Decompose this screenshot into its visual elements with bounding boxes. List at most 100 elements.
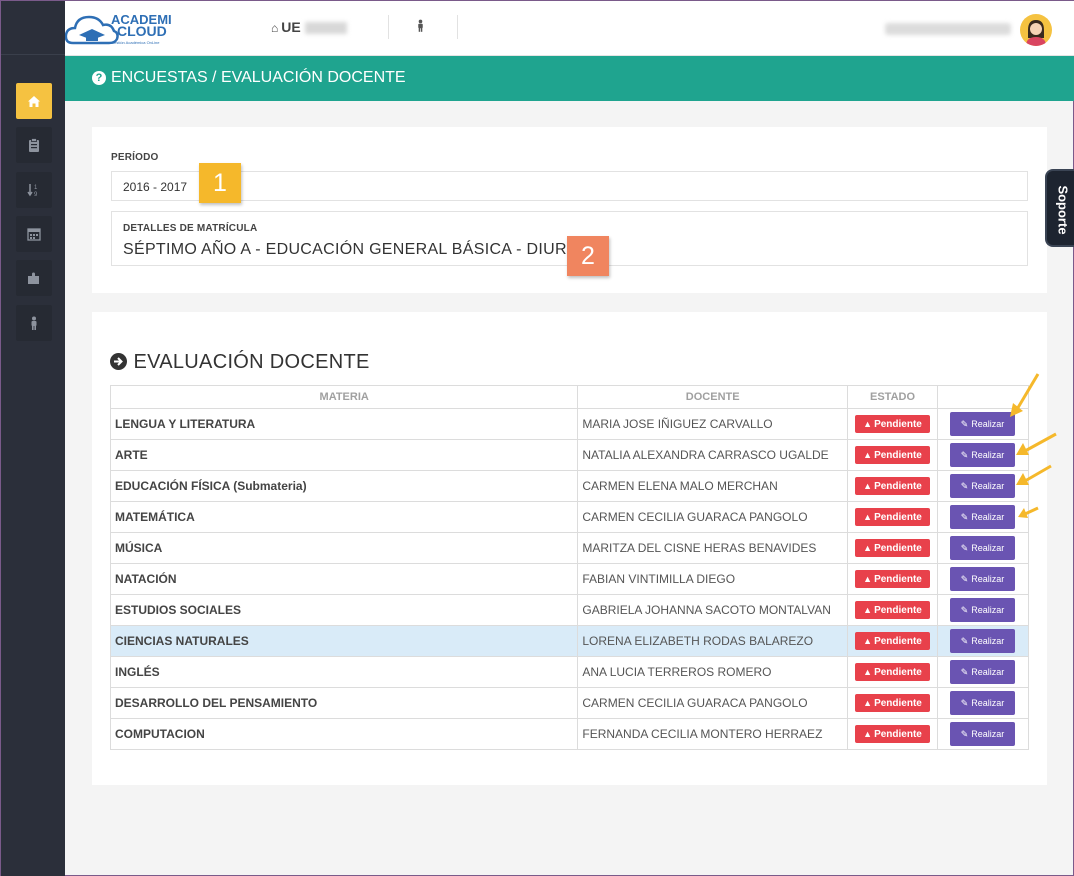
annotation-arrow: [1018, 506, 1039, 518]
sort-numeric-icon[interactable]: 19: [16, 172, 52, 208]
status-badge: ▲ Pendiente: [855, 446, 931, 464]
estado-cell: ▲ Pendiente: [847, 532, 938, 564]
header-divider: [388, 15, 389, 39]
section-title: EVALUACIÓN DOCENTE: [133, 351, 370, 373]
status-label: Pendiente: [874, 605, 922, 616]
edit-icon: ✎: [960, 729, 969, 739]
realizar-button[interactable]: ✎ Realizar: [950, 660, 1015, 684]
accion-cell: ✎ Realizar: [937, 656, 1029, 688]
annotation-arrow: [1016, 432, 1057, 455]
materia-cell: COMPUTACION: [109, 718, 579, 750]
table-row: DESARROLLO DEL PENSAMIENTO CARMEN CECILIA…: [109, 687, 1029, 719]
status-badge: ▲ Pendiente: [855, 601, 931, 619]
realizar-label: Realizar: [971, 574, 1005, 584]
materia-cell: MÚSICA: [109, 532, 579, 564]
status-label: Pendiente: [874, 574, 922, 585]
edit-icon: ✎: [960, 481, 969, 491]
status-label: Pendiente: [874, 543, 922, 554]
home-icon[interactable]: [16, 83, 52, 119]
materia-cell: ESTUDIOS SOCIALES: [109, 594, 579, 626]
realizar-button[interactable]: ✎ Realizar: [950, 598, 1015, 622]
sidebar-top: [1, 1, 65, 55]
home-small-icon: ⌂: [271, 21, 279, 35]
realizar-button[interactable]: ✎ Realizar: [950, 691, 1015, 715]
edit-icon: ✎: [960, 419, 969, 429]
warning-icon: ▲: [863, 450, 873, 460]
docente-cell: NATALIA ALEXANDRA CARRASCO UGALDE: [577, 439, 849, 471]
status-label: Pendiente: [874, 512, 922, 523]
periodo-value: 2016 - 2017: [123, 180, 188, 194]
accion-cell: ✎ Realizar: [937, 718, 1029, 750]
table-row: NATACIÓN FABIAN VINTIMILLA DIEGO ▲ Pendient…: [109, 563, 1029, 595]
realizar-button[interactable]: ✎ Realizar: [950, 474, 1015, 498]
realizar-label: Realizar: [971, 667, 1005, 677]
calendar-icon[interactable]: [16, 216, 52, 252]
edit-icon: ✎: [960, 512, 969, 522]
estado-cell: ▲ Pendiente: [847, 656, 938, 688]
username-blurred[interactable]: [885, 23, 1011, 35]
edit-icon: ✎: [960, 450, 969, 460]
realizar-button[interactable]: ✎ Realizar: [950, 629, 1015, 653]
clipboard-icon[interactable]: [16, 127, 52, 163]
col-estado[interactable]: ESTADO: [847, 385, 938, 409]
evaluation-table: MATERIA DOCENTE ESTADO LENGUA Y LITERATU…: [109, 385, 1029, 750]
warning-icon: ▲: [863, 729, 873, 739]
warning-icon: ▲: [863, 419, 873, 429]
status-badge: ▲ Pendiente: [855, 539, 931, 557]
user-role-icon[interactable]: [416, 19, 425, 35]
annotation-badge-2: 2: [567, 236, 609, 276]
docente-cell: FABIAN VINTIMILLA DIEGO: [577, 563, 849, 595]
realizar-button[interactable]: ✎ Realizar: [950, 505, 1015, 529]
page-title-bar: ? ENCUESTAS / EVALUACIÓN DOCENTE: [65, 56, 1074, 101]
academi-cloud-logo[interactable]: ACADEMI CLOUD Gestión Académica OnLine: [64, 7, 180, 51]
support-label: Soporte: [1055, 185, 1071, 235]
svg-text:1: 1: [34, 185, 38, 191]
status-label: Pendiente: [874, 636, 922, 647]
status-badge: ▲ Pendiente: [855, 477, 931, 495]
realizar-label: Realizar: [971, 636, 1005, 646]
question-circle-icon: ?: [92, 71, 106, 85]
puzzle-icon[interactable]: [16, 260, 52, 296]
school-menu[interactable]: ⌂ UE: [271, 19, 347, 35]
person-icon[interactable]: [16, 305, 52, 341]
docente-cell: GABRIELA JOHANNA SACOTO MONTALVAN: [577, 594, 849, 626]
status-label: Pendiente: [874, 450, 922, 461]
estado-cell: ▲ Pendiente: [847, 470, 938, 502]
estado-cell: ▲ Pendiente: [847, 408, 938, 440]
warning-icon: ▲: [863, 636, 873, 646]
col-docente[interactable]: DOCENTE: [577, 385, 849, 409]
realizar-label: Realizar: [971, 481, 1005, 491]
edit-icon: ✎: [960, 667, 969, 677]
warning-icon: ▲: [863, 543, 873, 553]
edit-icon: ✎: [960, 605, 969, 615]
docente-cell: LORENA ELIZABETH RODAS BALAREZO: [577, 625, 849, 657]
docente-cell: CARMEN ELENA MALO MERCHAN: [577, 470, 849, 502]
annotation-arrow: [1016, 464, 1052, 485]
section-heading: EVALUACIÓN DOCENTE: [110, 351, 370, 374]
materia-cell: MATEMÁTICA: [109, 501, 579, 533]
realizar-label: Realizar: [971, 698, 1005, 708]
docente-cell: CARMEN CECILIA GUARACA PANGOLO: [577, 687, 849, 719]
table-row: MATEMÁTICA CARMEN CECILIA GUARACA PANGOLO…: [109, 501, 1029, 533]
materia-cell: NATACIÓN: [109, 563, 579, 595]
realizar-label: Realizar: [971, 605, 1005, 615]
realizar-label: Realizar: [971, 512, 1005, 522]
realizar-button[interactable]: ✎ Realizar: [950, 536, 1015, 560]
status-badge: ▲ Pendiente: [855, 570, 931, 588]
materia-cell: ARTE: [109, 439, 579, 471]
warning-icon: ▲: [863, 512, 873, 522]
realizar-button[interactable]: ✎ Realizar: [950, 443, 1015, 467]
page-title: ENCUESTAS / EVALUACIÓN DOCENTE: [111, 69, 406, 86]
materia-cell: CIENCIAS NATURALES: [109, 625, 579, 657]
realizar-button[interactable]: ✎ Realizar: [950, 567, 1015, 591]
status-label: Pendiente: [874, 481, 922, 492]
estado-cell: ▲ Pendiente: [847, 563, 938, 595]
avatar[interactable]: [1020, 14, 1052, 46]
warning-icon: ▲: [863, 574, 873, 584]
realizar-label: Realizar: [971, 729, 1005, 739]
support-tab[interactable]: Soporte: [1045, 169, 1074, 247]
realizar-button[interactable]: ✎ Realizar: [950, 722, 1015, 746]
col-materia[interactable]: MATERIA: [109, 385, 579, 409]
table-row: INGLÉS ANA LUCIA TERREROS ROMERO ▲ Pendient…: [109, 656, 1029, 688]
periodo-label: PERÍODO: [111, 152, 159, 163]
